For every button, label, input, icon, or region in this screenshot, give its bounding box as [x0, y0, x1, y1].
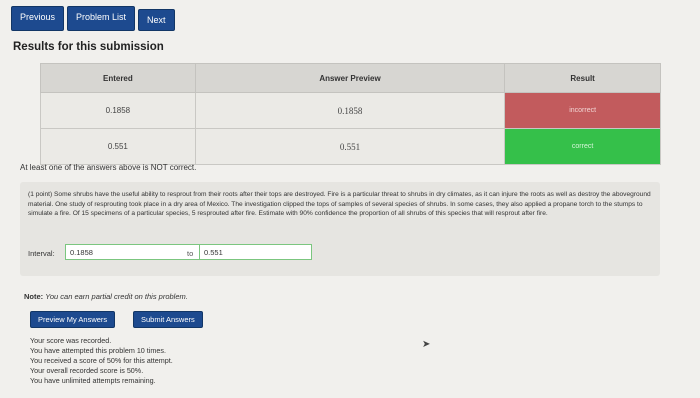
header-answer-preview: Answer Preview	[194, 63, 506, 93]
score-line: You received a score of 50% for this att…	[30, 356, 173, 365]
submit-answers-button[interactable]: Submit Answers	[133, 311, 203, 328]
mouse-cursor-icon: ➤	[422, 339, 431, 350]
nav-bar: Previous Problem List Next	[11, 6, 175, 31]
preview-cell: 0.1858	[194, 92, 506, 129]
results-table: Entered Answer Preview Result 0.1858 0.1…	[40, 63, 661, 165]
header-result: Result	[504, 63, 661, 93]
score-line: You have attempted this problem 10 times…	[30, 346, 166, 355]
preview-cell: 0.551	[194, 128, 506, 165]
interval-upper-input[interactable]	[199, 244, 312, 260]
entered-cell: 0.551	[40, 128, 196, 165]
note-prefix: Note:	[24, 292, 44, 301]
problem-text: (1 point) Some shrubs have the useful ab…	[28, 191, 651, 217]
score-line: Your score was recorded.	[30, 336, 112, 345]
table-row: 0.551 0.551 correct	[40, 128, 661, 165]
result-correct-cell: correct	[504, 128, 661, 165]
results-title: Results for this submission	[13, 41, 164, 53]
preview-answers-button[interactable]: Preview My Answers	[30, 311, 116, 328]
incorrect-warning: At least one of the answers above is NOT…	[20, 163, 197, 172]
table-row: 0.1858 0.1858 incorrect	[40, 92, 661, 129]
next-button[interactable]: Next	[138, 9, 175, 31]
entered-cell: 0.1858	[40, 92, 196, 129]
result-incorrect-cell: incorrect	[504, 92, 661, 129]
header-entered: Entered	[40, 63, 196, 93]
to-label: to	[187, 249, 194, 258]
score-summary: Your score was recorded. You have attemp…	[30, 336, 173, 386]
partial-credit-note: Note: You can earn partial credit on thi…	[24, 292, 188, 301]
problem-box: (1 point) Some shrubs have the useful ab…	[20, 182, 660, 276]
problem-list-button[interactable]: Problem List	[67, 6, 136, 31]
results-header-row: Entered Answer Preview Result	[40, 63, 661, 93]
note-text: You can earn partial credit on this prob…	[45, 292, 188, 301]
interval-lower-input[interactable]	[65, 244, 200, 260]
previous-button[interactable]: Previous	[11, 6, 65, 31]
interval-label: Interval:	[28, 249, 55, 258]
score-line: Your overall recorded score is 50%.	[30, 366, 144, 375]
score-line: You have unlimited attempts remaining.	[30, 376, 156, 385]
